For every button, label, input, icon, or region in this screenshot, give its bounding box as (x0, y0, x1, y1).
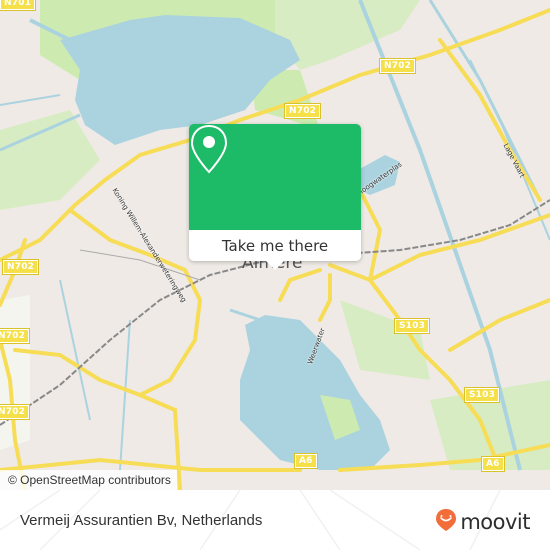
road-label-n702: N702 (0, 328, 31, 344)
map-widget: N701 N702 N702 N702 N702 N702 S103 S103 … (0, 0, 550, 550)
moovit-wordmark: moovit (460, 510, 530, 534)
map-view[interactable]: N701 N702 N702 N702 N702 N702 S103 S103 … (0, 0, 550, 490)
footer-bar: Vermeij Assurantien Bv, Netherlands moov… (0, 490, 550, 550)
road-label-n702: N702 (378, 58, 417, 74)
moovit-pin-icon (435, 508, 457, 536)
road-label-s103: S103 (393, 318, 431, 334)
road-label-a6: A6 (294, 453, 318, 469)
road-label-n701: N701 (0, 0, 37, 11)
road-label-n702: N702 (1, 259, 40, 275)
road-label-s103: S103 (463, 387, 501, 403)
moovit-logo[interactable]: moovit (435, 508, 530, 536)
osm-attribution[interactable]: © OpenStreetMap contributors (0, 470, 177, 490)
popup-tail (265, 260, 285, 270)
road-label-a6: A6 (481, 456, 505, 472)
place-title: Vermeij Assurantien Bv, Netherlands (20, 512, 263, 529)
popup-header[interactable] (189, 124, 361, 230)
take-me-there-button[interactable]: Take me there (189, 230, 361, 261)
road-label-n702: N702 (0, 404, 31, 420)
road-label-n702: N702 (283, 103, 322, 119)
take-me-there-popup[interactable]: Take me there (189, 124, 361, 270)
